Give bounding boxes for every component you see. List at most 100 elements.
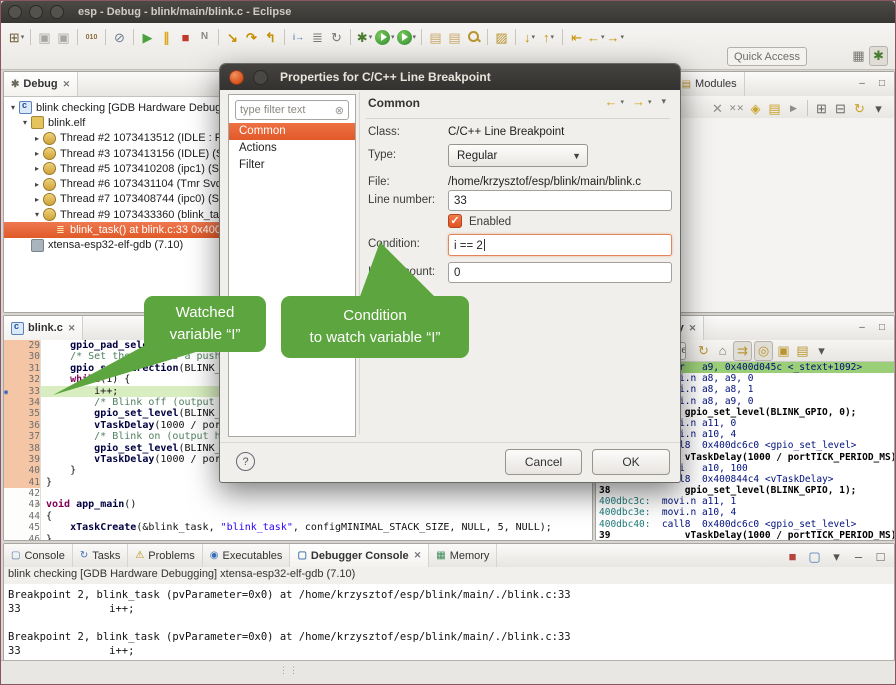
cancel-button[interactable]: Cancel — [505, 449, 582, 475]
debug-icon[interactable]: ✱▾ — [356, 28, 373, 46]
minimize-icon[interactable]: – — [854, 320, 870, 335]
tab-executables[interactable]: ◉Executables — [203, 544, 291, 567]
ok-button[interactable]: OK — [592, 449, 670, 475]
maximize-icon[interactable]: □ — [874, 320, 890, 335]
close-icon[interactable]: ✕ — [414, 550, 422, 561]
console-menu-icon[interactable]: ▾ — [828, 547, 845, 565]
back-icon[interactable]: ← — [604, 94, 617, 109]
quick-access-button[interactable]: Quick Access — [727, 47, 807, 66]
close-icon[interactable]: ✕ — [68, 323, 76, 334]
sync-with-pc-icon[interactable]: ⇉ — [733, 341, 752, 361]
save-all-icon[interactable]: ▣ — [55, 28, 72, 46]
dialog-section-common[interactable]: Common — [229, 123, 355, 140]
line-number-ruler[interactable]: 43⊖ — [4, 499, 41, 510]
statusbar-drag-handle[interactable]: ⋮⋮ — [279, 665, 299, 676]
mark-occurrences-icon[interactable]: ▨ — [493, 28, 510, 46]
add-register-group-icon[interactable]: ◈ — [747, 99, 764, 117]
remove-all-icon[interactable]: ✕✕ — [728, 99, 745, 117]
home-icon[interactable]: ⌂ — [714, 342, 731, 360]
line-number-ruler[interactable]: 32 — [4, 374, 41, 385]
step-filters-icon[interactable]: ↻ — [328, 28, 345, 46]
line-number-input[interactable]: 33 — [448, 190, 672, 211]
expand-all-icon[interactable]: ⊞ — [813, 99, 830, 117]
dialog-minimize-icon[interactable] — [253, 70, 268, 85]
close-icon[interactable]: ✕ — [63, 79, 71, 90]
line-number-ruler[interactable]: 42 — [4, 488, 41, 499]
line-number-ruler[interactable]: 40 — [4, 465, 41, 476]
resume-icon[interactable]: ▶ — [139, 28, 156, 46]
open-resource-icon[interactable]: ▤ — [446, 28, 463, 46]
last-edit-location-icon[interactable]: ⇤ — [568, 28, 585, 46]
forward-icon[interactable]: → — [632, 94, 645, 109]
search-icon[interactable] — [465, 28, 482, 46]
line-number-ruler[interactable]: 44 — [4, 511, 41, 522]
link-with-source-icon[interactable]: ◎ — [754, 341, 773, 361]
pointer-icon[interactable]: ▶ — [785, 99, 802, 117]
external-tools-icon[interactable]: ▾ — [397, 28, 417, 46]
view-menu-icon[interactable]: ▾ — [813, 342, 830, 360]
line-number-ruler[interactable]: 30 — [4, 351, 41, 362]
clear-filter-icon[interactable]: ⊗ — [335, 104, 344, 117]
remove-icon[interactable]: ✕ — [709, 99, 726, 117]
line-number-ruler[interactable]: 41 — [4, 477, 41, 488]
open-perspective-icon[interactable]: ▦ — [850, 47, 867, 65]
line-number-ruler[interactable]: 38 — [4, 443, 41, 454]
filter-input[interactable]: type filter text ⊗ — [235, 100, 349, 120]
build-binary-icon[interactable]: 010 — [83, 28, 100, 46]
debug-options-icon[interactable]: ≣ — [309, 28, 326, 46]
enabled-checkbox[interactable]: ✓ — [448, 214, 462, 228]
next-annotation-icon[interactable]: ↓▾ — [521, 28, 538, 46]
dialog-section-filter[interactable]: Filter — [229, 157, 355, 174]
tab-debug[interactable]: ✱ Debug ✕ — [4, 72, 78, 96]
step-over-icon[interactable]: ↷ — [243, 28, 260, 46]
previous-annotation-icon[interactable]: ↑▾ — [540, 28, 557, 46]
display-selected-console-icon[interactable]: ▢ — [806, 547, 823, 565]
terminate-icon[interactable]: ■ — [177, 28, 194, 46]
refresh-icon[interactable]: ↻ — [851, 99, 868, 117]
tab-problems[interactable]: ⚠Problems — [128, 544, 202, 567]
collapse-all-icon[interactable]: ⊟ — [832, 99, 849, 117]
forward-icon[interactable]: →▾ — [607, 28, 625, 46]
refresh-icon[interactable]: ↻ — [695, 342, 712, 360]
line-number-ruler[interactable]: 45 — [4, 522, 41, 533]
ignore-count-input[interactable]: 0 — [448, 262, 672, 283]
tab-memory[interactable]: ▦Memory — [429, 544, 497, 567]
line-number-ruler[interactable]: 29 — [4, 340, 41, 351]
view-menu-icon[interactable]: ▾ — [870, 99, 887, 117]
step-return-icon[interactable]: ↰ — [262, 28, 279, 46]
type-dropdown[interactable]: Regular ▼ — [448, 144, 588, 167]
line-number-ruler[interactable]: 31 — [4, 363, 41, 374]
disconnect-icon[interactable]: N — [196, 28, 213, 46]
tab-console[interactable]: ▢Console — [4, 544, 73, 567]
step-into-icon[interactable]: ↘ — [224, 28, 241, 46]
terminate-icon[interactable]: ■ — [784, 547, 801, 565]
tab-debugger-console[interactable]: ▢Debugger Console✕ — [290, 544, 429, 567]
minimize-icon[interactable]: – — [850, 547, 867, 565]
line-number-ruler[interactable]: 35 — [4, 408, 41, 419]
window-maximize-icon[interactable] — [50, 5, 64, 19]
save-icon[interactable]: ▣ — [36, 28, 53, 46]
open-new-view-icon[interactable]: ▣ — [775, 342, 792, 360]
maximize-icon[interactable]: □ — [874, 76, 890, 91]
maximize-icon[interactable]: □ — [872, 547, 889, 565]
close-icon[interactable]: ✕ — [689, 323, 697, 334]
run-icon[interactable]: ▾ — [375, 28, 395, 46]
dialog-close-icon[interactable] — [229, 70, 244, 85]
edit-register-group-icon[interactable]: ▤ — [766, 99, 783, 117]
line-number-ruler[interactable]: ◉33 — [4, 386, 41, 397]
line-number-ruler[interactable]: 46 — [4, 534, 41, 540]
pin-icon[interactable]: ▤ — [794, 342, 811, 360]
debug-perspective-icon[interactable]: ✱ — [869, 46, 888, 66]
window-close-icon[interactable] — [8, 5, 22, 19]
help-icon[interactable]: ? — [236, 452, 255, 471]
minimize-icon[interactable]: – — [854, 76, 870, 91]
new-wizard-icon[interactable]: ⊞▾ — [8, 28, 25, 46]
tab-tasks[interactable]: ↻Tasks — [73, 544, 129, 567]
back-icon[interactable]: ←▾ — [587, 28, 605, 46]
open-element-icon[interactable]: ▤ — [427, 28, 444, 46]
line-number-ruler[interactable]: 37 — [4, 431, 41, 442]
tab-modules[interactable]: ▤Modules — [675, 72, 745, 96]
condition-input[interactable]: i == 2 — [448, 234, 672, 256]
view-menu-icon[interactable]: ▾ — [661, 96, 666, 107]
line-number-ruler[interactable]: 36 — [4, 420, 41, 431]
